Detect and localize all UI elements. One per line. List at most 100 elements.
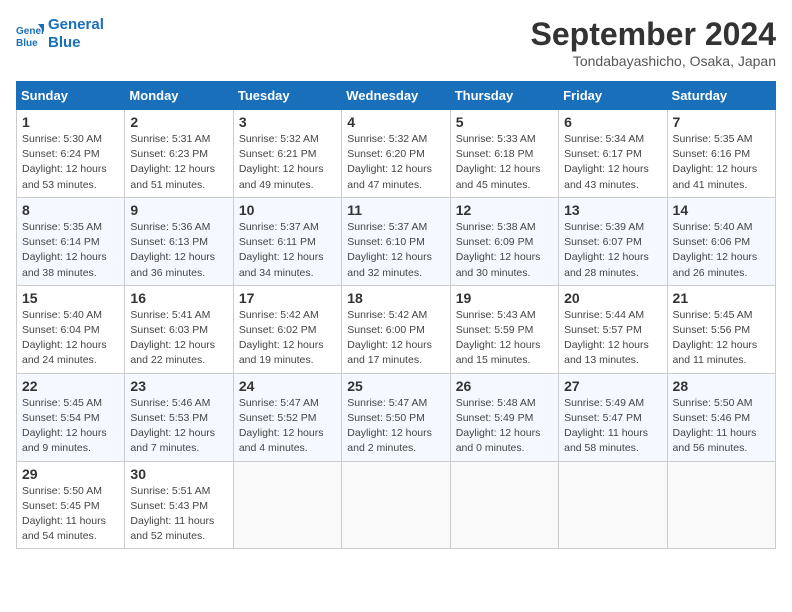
day-number: 8 (22, 202, 119, 218)
calendar-row: 15 Sunrise: 5:40 AM Sunset: 6:04 PM Dayli… (17, 285, 776, 373)
calendar-cell: 23Sunrise: 5:46 AM Sunset: 5:53 PM Dayli… (125, 373, 233, 461)
day-number: 1 (22, 114, 119, 130)
page-header: General Blue General Blue September 2024… (16, 16, 776, 69)
calendar-cell: 9 Sunrise: 5:36 AM Sunset: 6:13 PM Daylig… (125, 197, 233, 285)
day-detail: Sunrise: 5:34 AM Sunset: 6:17 PM Dayligh… (564, 132, 661, 193)
calendar-row: 22 Sunrise: 5:45 AM Sunset: 5:54 PM Dayli… (17, 373, 776, 461)
day-number: 21 (673, 290, 770, 306)
calendar-cell: 21 Sunrise: 5:45 AM Sunset: 5:56 PM Dayli… (667, 285, 775, 373)
calendar-row: 1 Sunrise: 5:30 AM Sunset: 6:24 PM Daylig… (17, 110, 776, 198)
day-detail: Sunrise: 5:38 AM Sunset: 6:09 PM Dayligh… (456, 220, 553, 281)
day-number: 4 (347, 114, 444, 130)
calendar-cell: 25 Sunrise: 5:47 AM Sunset: 5:50 PM Dayli… (342, 373, 450, 461)
day-number: 12 (456, 202, 553, 218)
calendar-cell: 2 Sunrise: 5:31 AM Sunset: 6:23 PM Daylig… (125, 110, 233, 198)
calendar-cell (667, 461, 775, 549)
svg-text:General: General (16, 26, 44, 37)
day-detail: Sunrise: 5:39 AM Sunset: 6:07 PM Dayligh… (564, 220, 661, 281)
day-detail: Sunrise: 5:49 AM Sunset: 5:47 PM Dayligh… (564, 396, 661, 457)
day-detail: Sunrise: 5:40 AM Sunset: 6:06 PM Dayligh… (673, 220, 770, 281)
day-detail: Sunrise: 5:36 AM Sunset: 6:13 PM Dayligh… (130, 220, 227, 281)
day-detail: Sunrise: 5:45 AM Sunset: 5:56 PM Dayligh… (673, 308, 770, 369)
logo-icon: General Blue (16, 20, 44, 48)
day-number: 23 (130, 378, 227, 394)
weekday-header: Sunday (17, 82, 125, 110)
day-detail: Sunrise: 5:32 AM Sunset: 6:21 PM Dayligh… (239, 132, 336, 193)
calendar-cell: 28 Sunrise: 5:50 AM Sunset: 5:46 PM Dayli… (667, 373, 775, 461)
day-number: 2 (130, 114, 227, 130)
day-detail: Sunrise: 5:30 AM Sunset: 6:24 PM Dayligh… (22, 132, 119, 193)
day-detail: Sunrise: 5:33 AM Sunset: 6:18 PM Dayligh… (456, 132, 553, 193)
calendar-cell (450, 461, 558, 549)
day-detail: Sunrise: 5:51 AM Sunset: 5:43 PM Dayligh… (130, 484, 227, 545)
calendar-cell: 16 Sunrise: 5:41 AM Sunset: 6:03 PM Dayli… (125, 285, 233, 373)
calendar-cell: 29 Sunrise: 5:50 AM Sunset: 5:45 PM Dayli… (17, 461, 125, 549)
day-detail: Sunrise: 5:40 AM Sunset: 6:04 PM Dayligh… (22, 308, 119, 369)
calendar-cell: 8Sunrise: 5:35 AM Sunset: 6:14 PM Daylig… (17, 197, 125, 285)
day-detail: Sunrise: 5:45 AM Sunset: 5:54 PM Dayligh… (22, 396, 119, 457)
calendar-cell: 10 Sunrise: 5:37 AM Sunset: 6:11 PM Dayli… (233, 197, 341, 285)
calendar-cell (342, 461, 450, 549)
calendar-cell: 5 Sunrise: 5:33 AM Sunset: 6:18 PM Daylig… (450, 110, 558, 198)
day-detail: Sunrise: 5:35 AM Sunset: 6:16 PM Dayligh… (673, 132, 770, 193)
day-number: 22 (22, 378, 119, 394)
day-detail: Sunrise: 5:50 AM Sunset: 5:45 PM Dayligh… (22, 484, 119, 545)
day-detail: Sunrise: 5:50 AM Sunset: 5:46 PM Dayligh… (673, 396, 770, 457)
day-number: 16 (130, 290, 227, 306)
calendar-cell: 6 Sunrise: 5:34 AM Sunset: 6:17 PM Daylig… (559, 110, 667, 198)
title-block: September 2024 Tondabayashicho, Osaka, J… (531, 16, 776, 69)
day-detail: Sunrise: 5:47 AM Sunset: 5:52 PM Dayligh… (239, 396, 336, 457)
day-number: 20 (564, 290, 661, 306)
day-detail: Sunrise: 5:31 AM Sunset: 6:23 PM Dayligh… (130, 132, 227, 193)
calendar-row: 8Sunrise: 5:35 AM Sunset: 6:14 PM Daylig… (17, 197, 776, 285)
day-number: 28 (673, 378, 770, 394)
month-title: September 2024 (531, 16, 776, 53)
day-number: 18 (347, 290, 444, 306)
svg-text:Blue: Blue (16, 38, 38, 48)
calendar-cell: 12 Sunrise: 5:38 AM Sunset: 6:09 PM Dayli… (450, 197, 558, 285)
calendar-header: SundayMondayTuesdayWednesdayThursdayFrid… (17, 82, 776, 110)
calendar-table: SundayMondayTuesdayWednesdayThursdayFrid… (16, 81, 776, 549)
day-number: 6 (564, 114, 661, 130)
calendar-cell: 11Sunrise: 5:37 AM Sunset: 6:10 PM Dayli… (342, 197, 450, 285)
day-number: 10 (239, 202, 336, 218)
day-number: 3 (239, 114, 336, 130)
day-number: 17 (239, 290, 336, 306)
calendar-cell: 20Sunrise: 5:44 AM Sunset: 5:57 PM Dayli… (559, 285, 667, 373)
day-number: 29 (22, 466, 119, 482)
logo-text-line1: General (48, 16, 104, 34)
calendar-body: 1 Sunrise: 5:30 AM Sunset: 6:24 PM Daylig… (17, 110, 776, 549)
day-number: 25 (347, 378, 444, 394)
day-number: 30 (130, 466, 227, 482)
calendar-cell (559, 461, 667, 549)
day-number: 27 (564, 378, 661, 394)
day-detail: Sunrise: 5:48 AM Sunset: 5:49 PM Dayligh… (456, 396, 553, 457)
weekday-header: Tuesday (233, 82, 341, 110)
day-number: 15 (22, 290, 119, 306)
day-detail: Sunrise: 5:37 AM Sunset: 6:11 PM Dayligh… (239, 220, 336, 281)
day-number: 7 (673, 114, 770, 130)
calendar-cell: 17 Sunrise: 5:42 AM Sunset: 6:02 PM Dayli… (233, 285, 341, 373)
calendar-cell (233, 461, 341, 549)
calendar-cell: 4 Sunrise: 5:32 AM Sunset: 6:20 PM Daylig… (342, 110, 450, 198)
calendar-cell: 13 Sunrise: 5:39 AM Sunset: 6:07 PM Dayli… (559, 197, 667, 285)
day-number: 14 (673, 202, 770, 218)
calendar-cell: 15 Sunrise: 5:40 AM Sunset: 6:04 PM Dayli… (17, 285, 125, 373)
calendar-cell: 30 Sunrise: 5:51 AM Sunset: 5:43 PM Dayli… (125, 461, 233, 549)
weekday-header: Wednesday (342, 82, 450, 110)
calendar-cell: 3 Sunrise: 5:32 AM Sunset: 6:21 PM Daylig… (233, 110, 341, 198)
day-detail: Sunrise: 5:43 AM Sunset: 5:59 PM Dayligh… (456, 308, 553, 369)
day-detail: Sunrise: 5:37 AM Sunset: 6:10 PM Dayligh… (347, 220, 444, 281)
day-number: 13 (564, 202, 661, 218)
day-number: 19 (456, 290, 553, 306)
day-number: 5 (456, 114, 553, 130)
calendar-cell: 24 Sunrise: 5:47 AM Sunset: 5:52 PM Dayli… (233, 373, 341, 461)
weekday-header: Saturday (667, 82, 775, 110)
day-detail: Sunrise: 5:42 AM Sunset: 6:02 PM Dayligh… (239, 308, 336, 369)
day-detail: Sunrise: 5:47 AM Sunset: 5:50 PM Dayligh… (347, 396, 444, 457)
logo: General Blue General Blue (16, 16, 104, 52)
day-number: 9 (130, 202, 227, 218)
day-detail: Sunrise: 5:41 AM Sunset: 6:03 PM Dayligh… (130, 308, 227, 369)
day-number: 24 (239, 378, 336, 394)
day-detail: Sunrise: 5:32 AM Sunset: 6:20 PM Dayligh… (347, 132, 444, 193)
